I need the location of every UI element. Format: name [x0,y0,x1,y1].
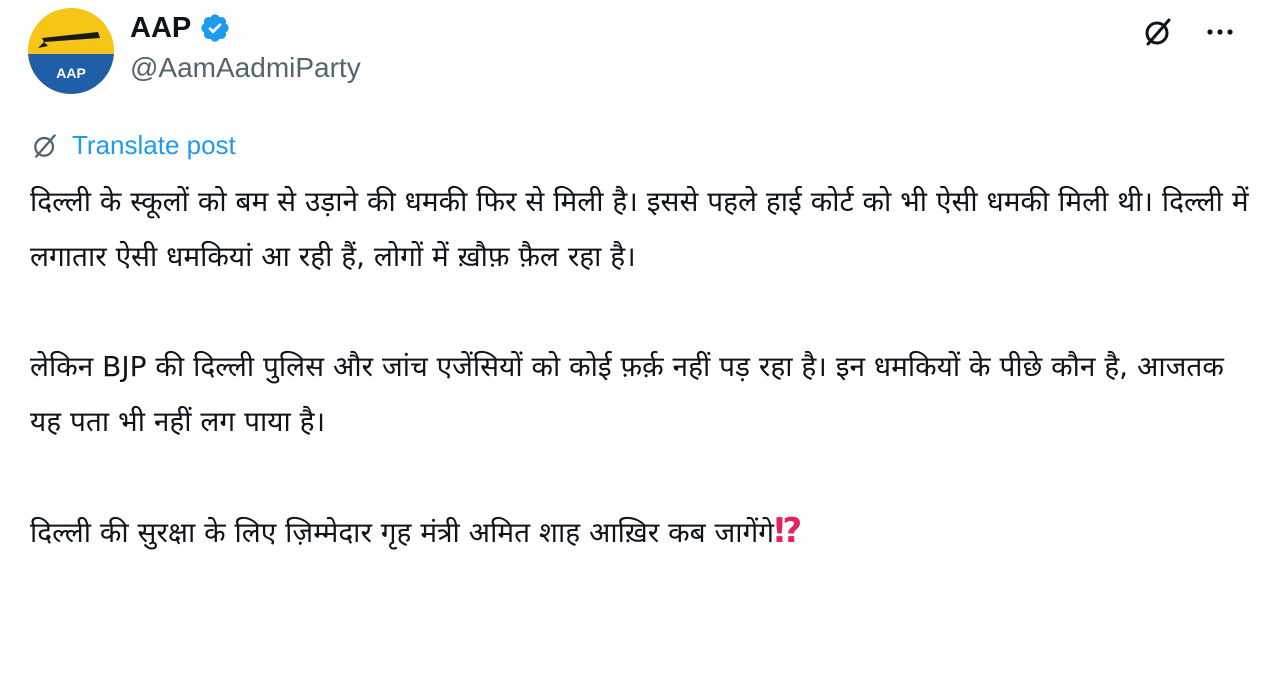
post-text: दिल्ली के स्कूलों को बम से उड़ाने की धमक… [30,174,1250,560]
post-paragraph-text: दिल्ली की सुरक्षा के लिए ज़िम्मेदार गृह … [30,516,775,549]
more-options-button[interactable] [1200,12,1240,52]
translate-post-label[interactable]: Translate post [72,130,236,161]
display-name[interactable]: AAP [130,12,191,45]
exclamation-question-emoji: ⁉ [774,511,803,551]
verified-badge-icon [201,14,229,42]
avatar[interactable]: AAP [28,8,114,94]
grok-icon [1145,18,1171,46]
more-icon [1207,29,1233,35]
translate-post-link[interactable]: Translate post [30,130,236,161]
aap-logo-icon: AAP [28,8,114,94]
author-name-row: AAP [130,8,231,48]
grok-button[interactable] [1138,12,1178,52]
post-paragraph: दिल्ली के स्कूलों को बम से उड़ाने की धमक… [30,185,1249,273]
post-paragraph: लेकिन BJP की दिल्ली पुलिस और जांच एजेंसि… [30,350,1224,438]
grok-icon [34,133,56,158]
avatar-text: AAP [56,65,86,81]
post-card: AAP AAP @AamAadmiParty Translate post दि… [0,0,1280,680]
post-top-actions [1138,12,1240,52]
post-paragraph: दिल्ली की सुरक्षा के लिए ज़िम्मेदार गृह … [30,504,1250,560]
author-handle[interactable]: @AamAadmiParty [130,52,361,84]
